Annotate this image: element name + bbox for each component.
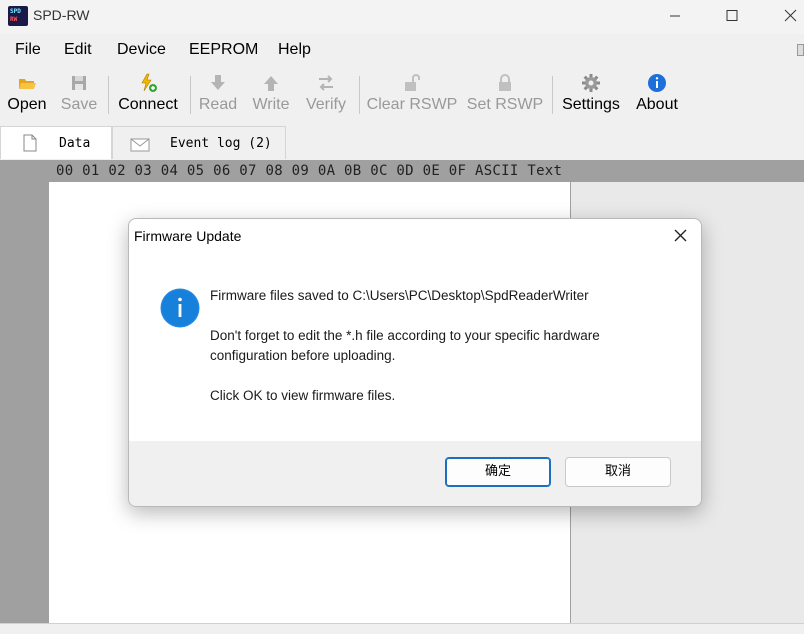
tab-data-label: Data	[59, 136, 91, 151]
info-icon	[160, 288, 200, 328]
tab-event-log-label: Event log (2)	[170, 136, 272, 151]
connect-icon	[141, 73, 157, 92]
menu-eeprom[interactable]: EEPROM	[189, 41, 258, 59]
dialog-message-path: Firmware files saved to C:\Users\PC\Desk…	[210, 288, 589, 303]
tab-event-log[interactable]: Event log (2)	[112, 126, 286, 159]
write-button[interactable]: Write	[248, 68, 294, 120]
settings-label: Settings	[562, 96, 620, 113]
about-button[interactable]: About	[630, 68, 684, 120]
verify-button[interactable]: Verify	[302, 68, 350, 120]
clear-rswp-label: Clear RSWP	[366, 96, 458, 113]
read-label: Read	[198, 96, 238, 113]
maximize-button[interactable]	[708, 0, 754, 32]
about-label: About	[636, 96, 678, 113]
minimize-icon	[670, 15, 680, 17]
tab-bar: Data Event log (2)	[0, 124, 804, 159]
write-label: Write	[252, 96, 290, 113]
close-icon	[784, 9, 797, 22]
info-icon	[648, 74, 666, 92]
envelope-icon	[130, 138, 150, 152]
dialog-body: Firmware files saved to C:\Users\PC\Desk…	[129, 253, 701, 441]
open-button[interactable]: Open	[3, 68, 51, 120]
ok-button[interactable]: 确定	[445, 457, 551, 487]
gear-icon	[582, 74, 600, 92]
toolbar: Open Save Connect Read Write Verify Clea…	[0, 68, 804, 122]
document-icon	[23, 134, 37, 152]
window-title: SPD-RW	[33, 7, 90, 23]
close-icon	[674, 229, 687, 242]
hex-column-header: 00 01 02 03 04 05 06 07 08 09 0A 0B 0C 0…	[56, 163, 563, 179]
save-button[interactable]: Save	[56, 68, 102, 120]
toolbar-separator	[552, 76, 553, 114]
set-rswp-button[interactable]: Set RSWP	[466, 68, 544, 120]
tab-data[interactable]: Data	[0, 126, 112, 159]
app-icon: SPD RW	[8, 6, 28, 26]
open-label: Open	[7, 96, 47, 113]
menu-device[interactable]: Device	[117, 41, 166, 59]
maximize-icon	[726, 10, 738, 21]
save-label: Save	[60, 96, 98, 113]
save-icon	[72, 76, 86, 90]
menu-file[interactable]: File	[15, 41, 41, 59]
connect-button[interactable]: Connect	[114, 68, 182, 120]
unlock-icon	[405, 74, 420, 91]
cancel-button[interactable]: 取消	[565, 457, 671, 487]
app-icon-text-bottom: RW	[10, 16, 18, 23]
close-window-button[interactable]	[766, 0, 804, 32]
toolbar-separator	[359, 76, 360, 114]
status-bar	[0, 623, 804, 634]
toolbar-separator	[190, 76, 191, 114]
dialog-message-edit-cont: configuration before uploading.	[210, 348, 396, 363]
dialog-title: Firmware Update	[134, 228, 242, 244]
swap-arrows-icon	[319, 75, 333, 91]
folder-open-icon	[19, 79, 36, 89]
arrow-up-icon	[264, 76, 278, 91]
dialog-footer: 确定 取消	[129, 441, 701, 506]
settings-button[interactable]: Settings	[559, 68, 623, 120]
lock-icon	[499, 74, 511, 91]
title-bar: SPD RW SPD-RW	[0, 0, 804, 34]
menu-help[interactable]: Help	[278, 41, 311, 59]
dialog-message-edit: Don't forget to edit the *.h file accord…	[210, 328, 600, 343]
overflow-indicator	[797, 44, 804, 56]
arrow-down-icon	[211, 75, 225, 90]
firmware-update-dialog: Firmware Update Firmware files saved to …	[128, 218, 702, 507]
connect-label: Connect	[118, 96, 178, 113]
dialog-message-click-ok: Click OK to view firmware files.	[210, 388, 396, 403]
read-button[interactable]: Read	[196, 68, 240, 120]
set-rswp-label: Set RSWP	[466, 96, 544, 113]
menu-bar: File Edit Device EEPROM Help	[0, 36, 804, 66]
app-icon-text-top: SPD	[10, 8, 21, 15]
dialog-close-button[interactable]	[659, 219, 701, 253]
minimize-button[interactable]	[652, 0, 698, 32]
toolbar-separator	[108, 76, 109, 114]
menu-edit[interactable]: Edit	[64, 41, 92, 59]
clear-rswp-button[interactable]: Clear RSWP	[366, 68, 458, 120]
verify-label: Verify	[305, 96, 346, 113]
